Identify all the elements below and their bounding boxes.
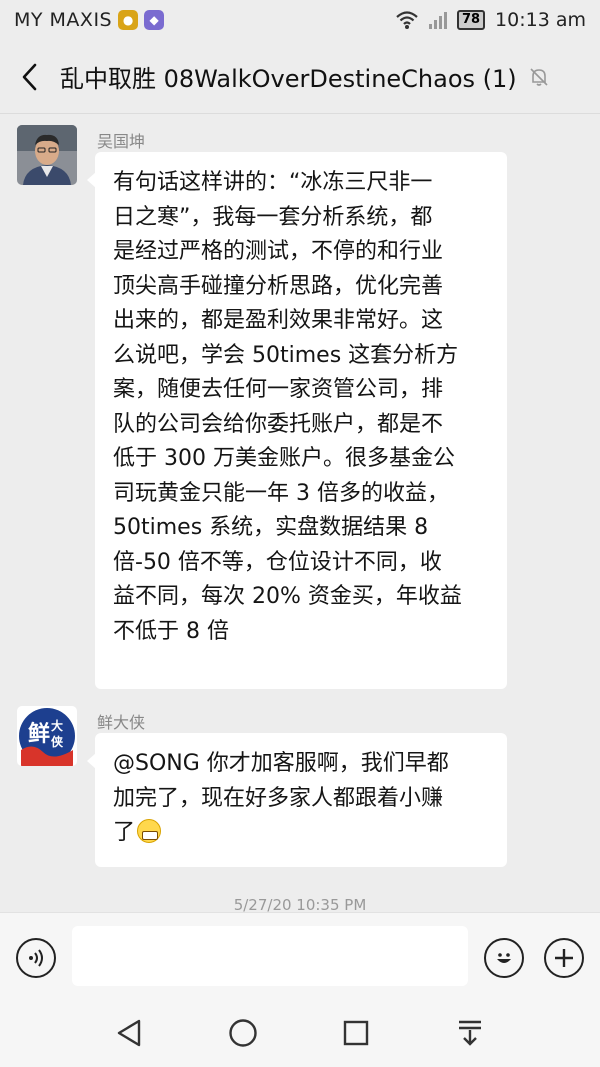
- nav-home-button[interactable]: [226, 1016, 260, 1050]
- circle-home-icon: [229, 1019, 257, 1047]
- message-timestamp: 5/27/20 10:35 PM: [233, 896, 367, 912]
- message-line: 不低于 8 倍: [113, 618, 229, 644]
- wifi-icon: [396, 11, 418, 29]
- message-line: 50times 系统，实盘数据结果 8: [113, 515, 429, 540]
- message-line-text: 了: [113, 820, 136, 845]
- shield-notification-icon: ◆: [144, 10, 165, 30]
- clock: 10:13 am: [495, 9, 586, 31]
- avatar-logo-text: 鲜: [28, 722, 50, 747]
- sender-name: 吴国坤: [97, 132, 146, 151]
- message-line: 倍-50 倍不等，仓位设计不同，收: [113, 549, 442, 575]
- battery-indicator: 78: [456, 10, 486, 30]
- emoji-button[interactable]: [484, 938, 524, 978]
- message-bubble[interactable]: @SONG 你才加客服啊，我们早都 加完了，现在好多家人都跟着小赚 了: [87, 733, 507, 867]
- message-list[interactable]: 吴国坤 有句话这样讲的：“冰冻三尺非一 日之寒”，我每一套分析系统，都 是经过严…: [0, 115, 600, 912]
- message-line: 是经过严格的测试，不停的和行业: [113, 239, 444, 264]
- sender-name: 鲜大侠: [97, 713, 146, 732]
- message-line: @SONG 你才加客服啊，我们早都: [113, 751, 449, 776]
- pull-down-icon: [459, 1020, 481, 1046]
- nav-back-button[interactable]: [112, 1016, 146, 1050]
- nav-recents-button[interactable]: [339, 1016, 373, 1050]
- carrier-name: MY MAXIS: [14, 9, 113, 31]
- person-avatar-icon: [17, 125, 77, 185]
- back-button[interactable]: [0, 40, 60, 114]
- chevron-left-icon: [22, 63, 37, 90]
- message-line: 低于 300 万美金账户。很多基金公: [113, 446, 455, 471]
- message-line: 益不同，每次 20% 资金买，年收益: [113, 584, 462, 609]
- avatar[interactable]: 鲜 大 侠: [17, 706, 77, 766]
- message-line: 出来的，都是盈利效果非常好。这: [113, 308, 444, 333]
- plus-icon: [555, 949, 573, 967]
- chat-title[interactable]: 乱中取胜 08WalkOverDestineChaos (1): [60, 59, 517, 94]
- message-line: 有句话这样讲的：“冰冻三尺非一: [113, 170, 433, 195]
- message-line: 顶尖高手碰撞分析思路，优化完善: [113, 273, 444, 299]
- nav-notification-shade-button[interactable]: [453, 1016, 487, 1050]
- voice-wave-icon: [29, 949, 43, 967]
- muted-bell-icon: [530, 67, 548, 86]
- voice-input-button[interactable]: [16, 938, 56, 978]
- message-line: 么说吧，学会 50times 这套分析方: [113, 342, 459, 368]
- message-text-field[interactable]: [72, 926, 468, 986]
- cell-signal-icon: [428, 11, 447, 29]
- svg-text:侠: 侠: [51, 734, 64, 749]
- avatar[interactable]: [17, 125, 77, 185]
- square-recents-icon: [343, 1020, 369, 1046]
- message-line: 司玩黄金只能一年 3 倍多的收益，: [113, 480, 449, 506]
- message-line: 队的公司会给你委托账户，都是不: [113, 411, 444, 437]
- message-line: 案，随便去任何一家资管公司，排: [113, 377, 444, 402]
- triangle-back-icon: [117, 1019, 141, 1047]
- status-bar: MY MAXIS ● ◆ 78 10:13 am: [0, 0, 600, 40]
- message-line: 了: [113, 816, 489, 851]
- grinning-face-emoji-icon: [137, 819, 162, 843]
- message-input-bar: [0, 912, 600, 998]
- more-options-button[interactable]: [544, 938, 584, 978]
- message-line: 日之寒”，我每一套分析系统，都: [113, 204, 433, 230]
- smiley-face-icon: [497, 953, 511, 963]
- chat-header: 乱中取胜 08WalkOverDestineChaos (1): [0, 40, 600, 114]
- notification-app-icon: ●: [118, 10, 139, 30]
- system-navigation-bar: [0, 998, 600, 1067]
- brand-logo-avatar-icon: 鲜 大 侠: [17, 706, 77, 766]
- message-line: 加完了，现在好多家人都跟着小赚: [113, 785, 444, 811]
- svg-text:大: 大: [51, 718, 63, 733]
- message-bubble[interactable]: 有句话这样讲的：“冰冻三尺非一 日之寒”，我每一套分析系统，都 是经过严格的测试…: [87, 152, 507, 689]
